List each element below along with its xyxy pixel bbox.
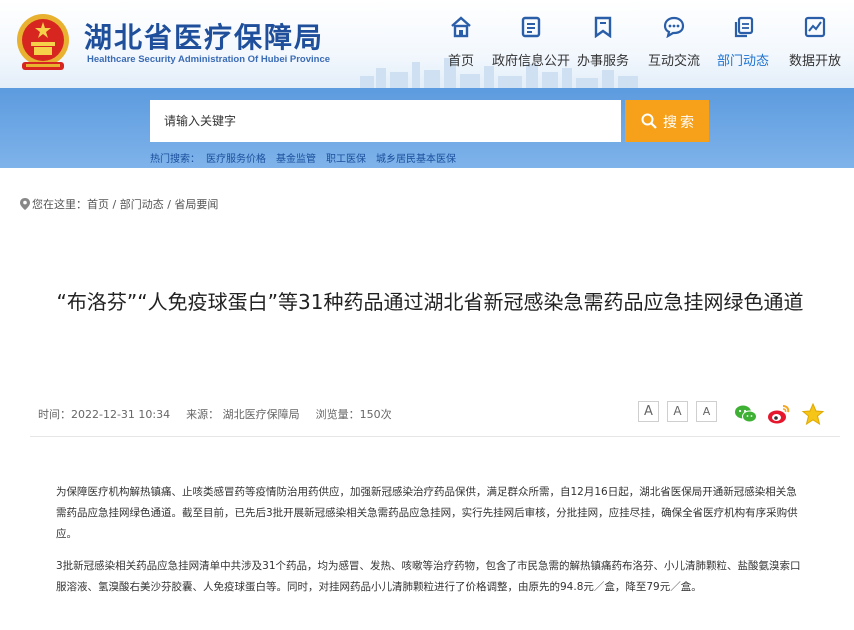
bookmark-icon (594, 16, 612, 38)
search-icon (641, 113, 657, 129)
site-subtitle: Healthcare Security Administration Of Hu… (87, 54, 331, 65)
nav-home[interactable]: 首页 (440, 12, 482, 72)
nav-interaction[interactable]: 互动交流 (645, 12, 703, 72)
breadcrumb: 您在这里：首页 / 部门动态 / 省局要闻 (20, 196, 218, 212)
article-title: “布洛芬”“人免疫球蛋白”等31种药品通过湖北省新冠感染急需药品应急挂网绿色通道 (56, 290, 804, 314)
search-input[interactable]: 请输入关键字 (150, 100, 621, 142)
search-button[interactable]: 搜索 (625, 100, 709, 142)
article-source: 来源： 湖北医疗保障局 (186, 408, 300, 421)
publish-time: 时间：2022-12-31 10:34 (38, 408, 171, 421)
favorite-star-icon[interactable] (801, 403, 825, 425)
article-paragraph: 为保障医疗机构解热镇痛、止咳类感冒药等疫情防治用药供应，加强新冠感染治疗药品保供… (56, 486, 798, 540)
search-banner: 请输入关键字 搜索 热门搜索： 医疗服务价格 基金监管 职工医保 城乡居民基本医保 (0, 88, 854, 168)
chart-icon (804, 16, 826, 38)
article-meta: 时间：2022-12-31 10:34 来源： 湖北医疗保障局 浏览量：150次 (38, 406, 408, 422)
copy-icon (734, 16, 754, 38)
nav-government-info[interactable]: 政府信息公开 (490, 12, 572, 72)
nav-open-data[interactable]: 数据开放 (786, 12, 844, 72)
breadcrumb-province-news[interactable]: 省局要闻 (174, 198, 218, 211)
nav-label: 政府信息公开 (491, 54, 570, 69)
meta-divider (30, 436, 840, 437)
hot-search-link[interactable]: 基金监管 (276, 154, 316, 165)
hot-search-link[interactable]: 职工医保 (326, 154, 366, 165)
font-size-small-button[interactable]: A (696, 401, 717, 422)
nav-label: 互动交流 (647, 54, 700, 69)
breadcrumb-home[interactable]: 首页 (87, 198, 109, 211)
site-header: 湖北省医疗保障局 Healthcare Security Administrat… (0, 0, 854, 88)
nav-services[interactable]: 办事服务 (574, 12, 632, 72)
nav-label: 部门动态 (716, 54, 769, 69)
wechat-icon[interactable] (734, 403, 758, 425)
hot-search-link[interactable]: 城乡居民基本医保 (376, 154, 456, 165)
weibo-icon[interactable] (767, 403, 791, 425)
location-pin-icon (20, 198, 30, 210)
view-count: 浏览量：150次 (315, 408, 392, 421)
nav-label: 首页 (447, 54, 474, 69)
hot-search-link[interactable]: 医疗服务价格 (206, 154, 266, 165)
nav-label: 数据开放 (788, 54, 841, 69)
font-size-medium-button[interactable]: A (667, 401, 688, 422)
font-size-large-button[interactable]: A (638, 401, 659, 422)
nav-department-news[interactable]: 部门动态 (714, 12, 772, 72)
hot-searches: 热门搜索： 医疗服务价格 基金监管 职工医保 城乡居民基本医保 (150, 150, 466, 165)
search-button-label: 搜索 (663, 114, 697, 130)
chat-icon (663, 16, 685, 38)
hot-search-label: 热门搜索： (150, 154, 200, 165)
nav-label: 办事服务 (576, 54, 629, 69)
article-paragraph: 3批新冠感染相关药品应急挂网清单中共涉及31个药品，均为感冒、发热、咳嗽等治疗药… (56, 560, 801, 593)
breadcrumb-separator: / (109, 198, 120, 211)
breadcrumb-prefix: 您在这里： (32, 198, 87, 211)
document-icon (521, 16, 541, 38)
breadcrumb-department-news[interactable]: 部门动态 (120, 198, 164, 211)
breadcrumb-separator: / (163, 198, 175, 211)
home-icon (451, 16, 471, 38)
national-emblem-logo (17, 14, 69, 70)
site-title: 湖北省医疗保障局 (84, 21, 325, 54)
